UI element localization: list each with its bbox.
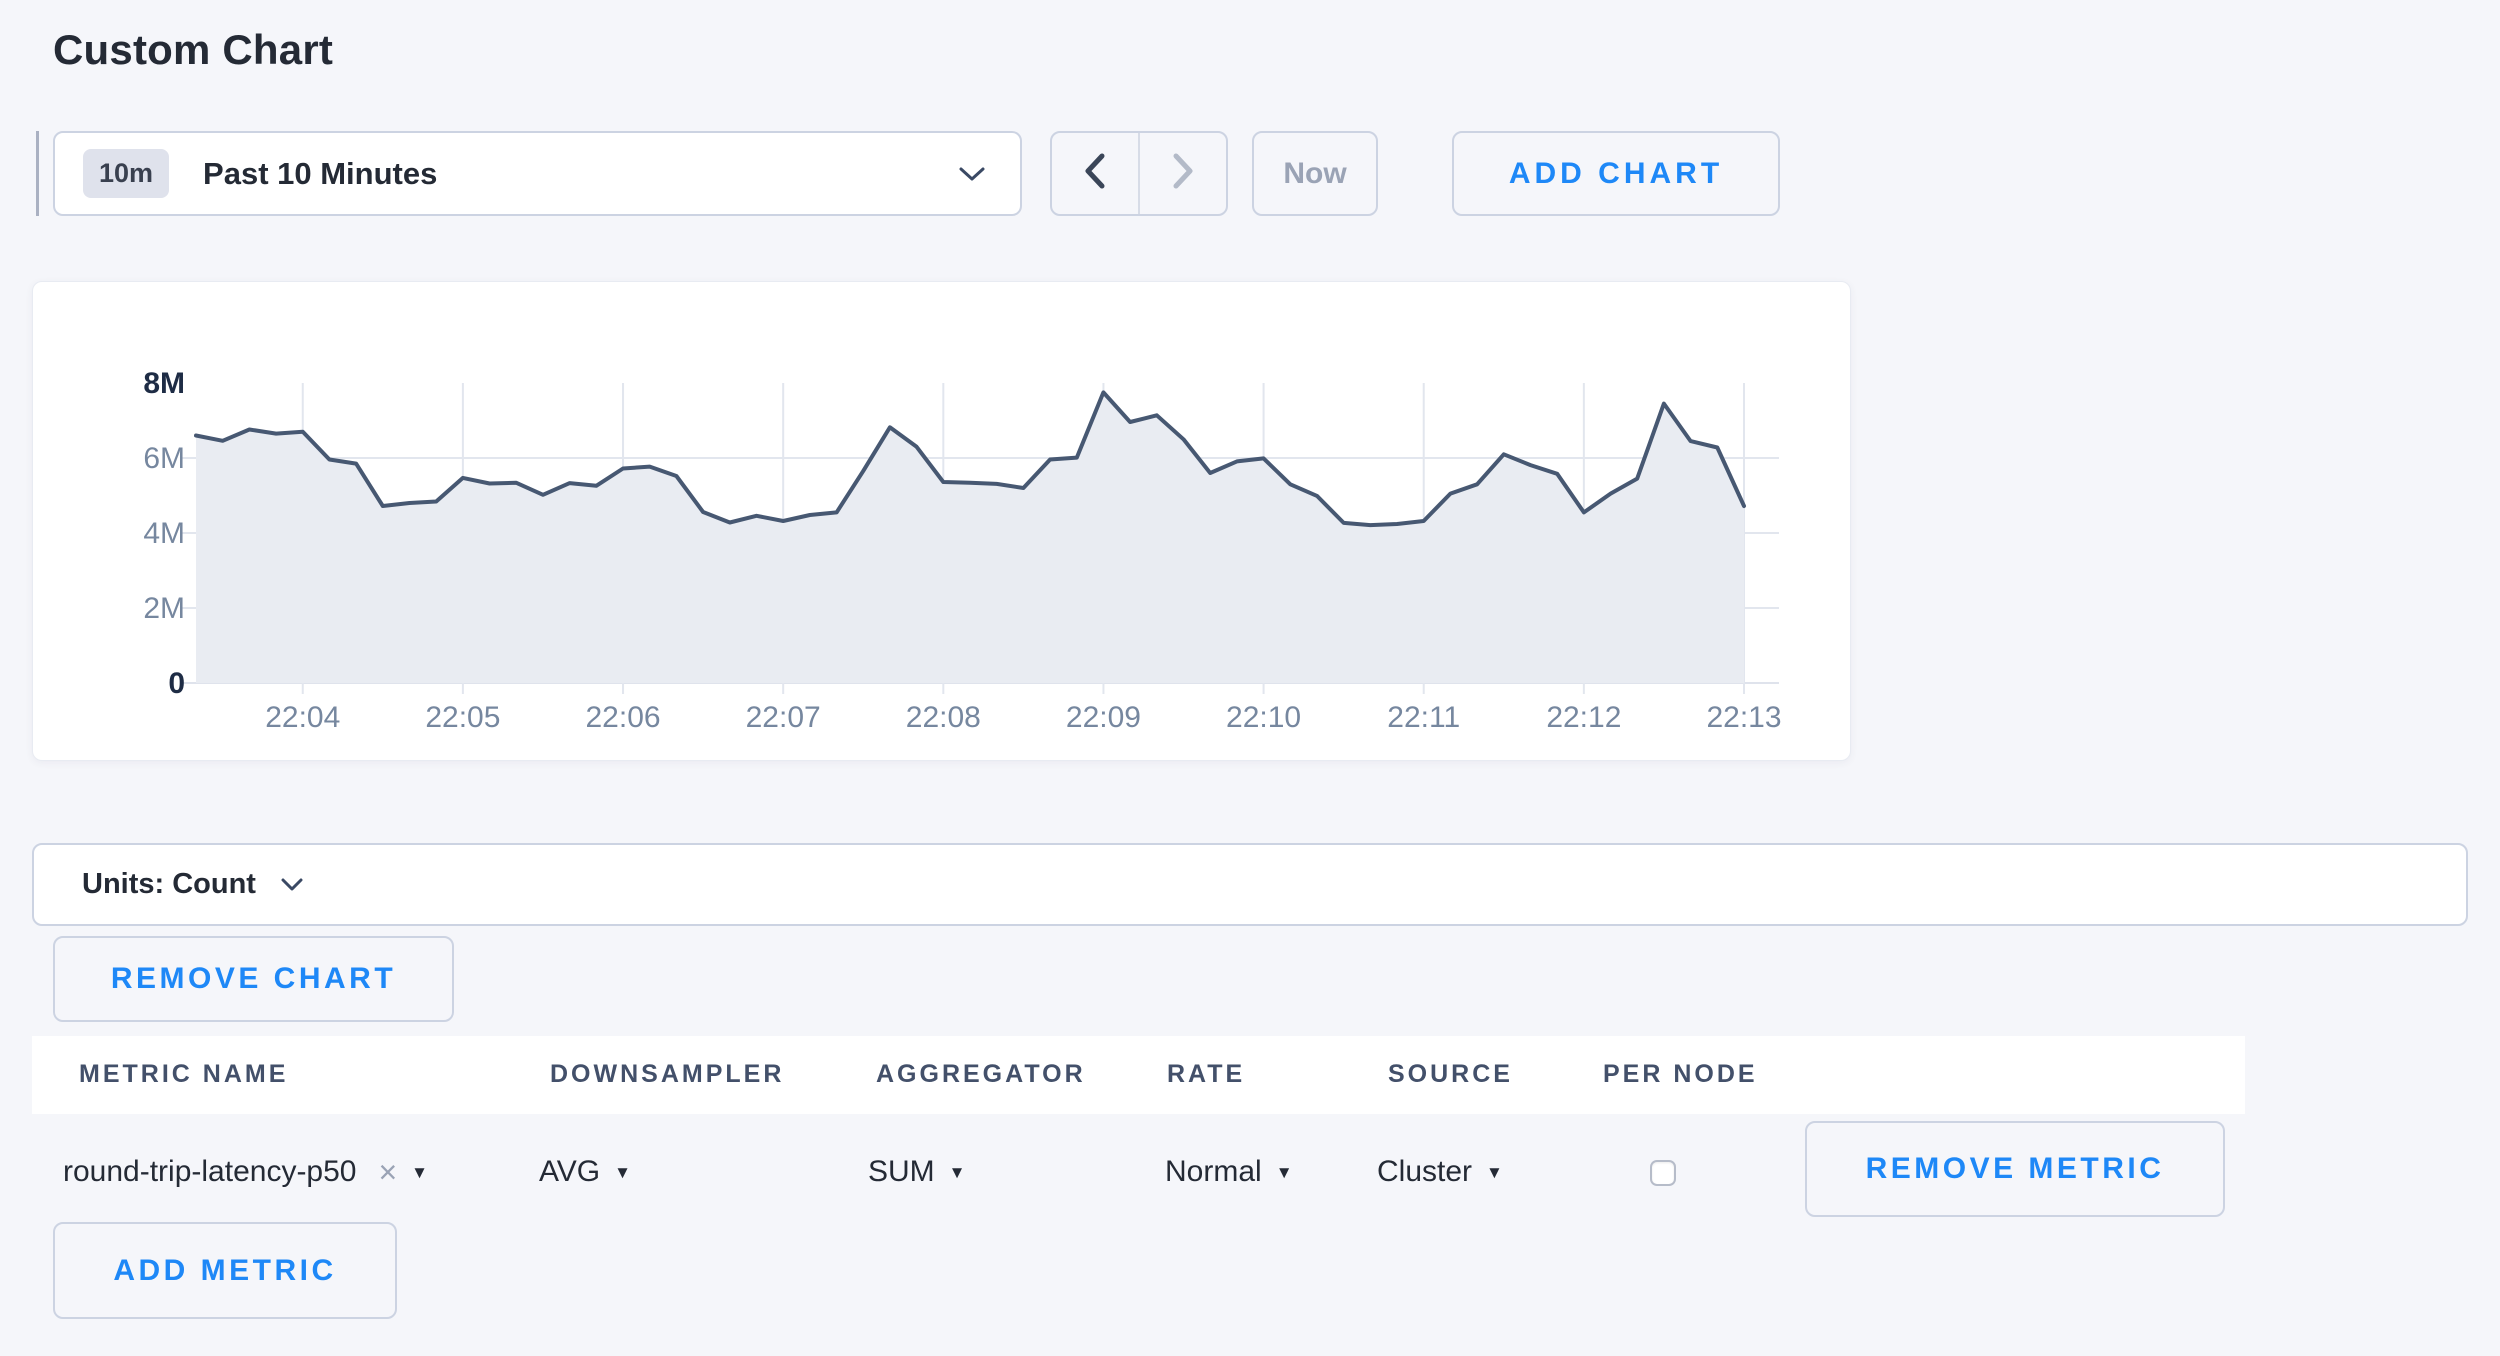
column-header-aggregator: AGGREGATOR (876, 1060, 1086, 1089)
aggregator-value: SUM (868, 1155, 935, 1189)
svg-text:8M: 8M (143, 367, 185, 400)
time-window-badge: 10m (83, 149, 169, 198)
svg-text:0: 0 (168, 667, 185, 700)
step-forward-button[interactable] (1140, 133, 1226, 214)
time-step-buttons (1050, 131, 1228, 216)
column-header-metric-name: METRIC NAME (79, 1060, 288, 1089)
svg-text:22:09: 22:09 (1066, 701, 1141, 734)
caret-down-icon: ▼ (949, 1164, 966, 1181)
chart-card: 0 2M 4M 6M 8M 22:04 22:05 22:06 22:07 22:08 22:09 2… (32, 281, 1851, 761)
column-header-rate: RATE (1167, 1060, 1245, 1089)
remove-metric-button[interactable]: REMOVE METRIC (1805, 1121, 2225, 1217)
custom-chart-page: Custom Chart 10m Past 10 Minutes (0, 0, 2500, 1356)
aggregator-select[interactable]: SUM ▼ (868, 1148, 966, 1196)
metric-name-select[interactable]: round-trip-latency-p50 × ▼ (63, 1148, 428, 1196)
per-node-checkbox[interactable] (1650, 1160, 1676, 1186)
time-range-label: Past 10 Minutes (203, 156, 437, 192)
source-value: Cluster (1377, 1155, 1472, 1189)
svg-text:6M: 6M (143, 442, 185, 475)
chevron-down-icon (958, 165, 986, 183)
caret-down-icon: ▼ (614, 1164, 631, 1181)
units-label: Units: Count (82, 868, 256, 901)
toolbar-accent-divider (36, 131, 39, 216)
remove-chart-button[interactable]: REMOVE CHART (53, 936, 454, 1022)
rate-select[interactable]: Normal ▼ (1165, 1148, 1293, 1196)
svg-text:22:07: 22:07 (746, 701, 821, 734)
caret-down-icon: ▼ (1486, 1164, 1503, 1181)
downsampler-select[interactable]: AVG ▼ (539, 1148, 631, 1196)
chevron-down-icon (280, 877, 304, 893)
column-header-per-node: PER NODE (1603, 1060, 1758, 1089)
svg-text:2M: 2M (143, 592, 185, 625)
source-select[interactable]: Cluster ▼ (1377, 1148, 1503, 1196)
now-button[interactable]: Now (1252, 131, 1378, 216)
svg-text:22:11: 22:11 (1387, 701, 1460, 734)
time-range-select[interactable]: 10m Past 10 Minutes (53, 131, 1022, 216)
column-header-downsampler: DOWNSAMPLER (550, 1060, 784, 1089)
svg-text:4M: 4M (143, 517, 185, 550)
svg-text:22:12: 22:12 (1546, 701, 1621, 734)
svg-text:22:13: 22:13 (1706, 701, 1781, 734)
svg-text:22:05: 22:05 (425, 701, 500, 734)
chevron-right-icon (1172, 153, 1194, 194)
add-metric-button[interactable]: ADD METRIC (53, 1222, 397, 1319)
svg-text:22:08: 22:08 (906, 701, 981, 734)
svg-text:22:10: 22:10 (1226, 701, 1301, 734)
metric-table-header (32, 1036, 2245, 1114)
step-back-button[interactable] (1052, 133, 1138, 214)
units-select[interactable]: Units: Count (32, 843, 2468, 926)
metric-name-value: round-trip-latency-p50 (63, 1155, 356, 1189)
svg-text:22:04: 22:04 (265, 701, 340, 734)
caret-down-icon: ▼ (1276, 1164, 1293, 1181)
downsampler-value: AVG (539, 1155, 600, 1189)
rate-value: Normal (1165, 1155, 1262, 1189)
page-title: Custom Chart (53, 26, 333, 74)
column-header-source: SOURCE (1388, 1060, 1513, 1089)
chevron-left-icon (1084, 153, 1106, 194)
caret-down-icon: ▼ (411, 1164, 428, 1181)
add-chart-button[interactable]: ADD CHART (1452, 131, 1780, 216)
svg-text:22:06: 22:06 (585, 701, 660, 734)
custom-chart-svg[interactable]: 0 2M 4M 6M 8M 22:04 22:05 22:06 22:07 22:08 22:09 2… (33, 282, 1850, 760)
close-x-icon[interactable]: × (378, 1156, 397, 1188)
